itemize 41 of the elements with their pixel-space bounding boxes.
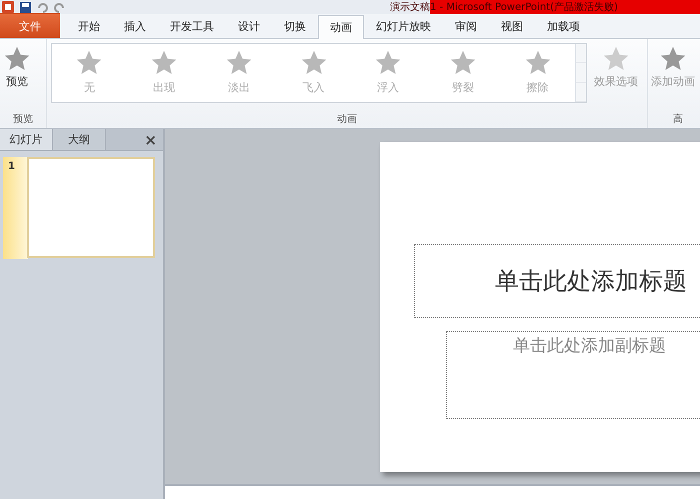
- star-icon: [150, 49, 178, 77]
- save-icon[interactable]: [20, 2, 31, 12]
- ribbon-tab[interactable]: 幻灯片放映: [364, 14, 443, 38]
- star-icon: [602, 45, 630, 73]
- ribbon-tab[interactable]: 审阅: [443, 14, 489, 38]
- ribbon-tab[interactable]: 视图: [489, 14, 535, 38]
- star-icon: [374, 49, 402, 77]
- group-label: 预览: [12, 113, 34, 127]
- scroll-up-button[interactable]: [576, 44, 586, 64]
- star-icon: [75, 49, 104, 77]
- ribbon-tab[interactable]: 开发工具: [158, 14, 226, 38]
- ribbon-tab[interactable]: 插入: [112, 14, 158, 38]
- window-title: 演示文稿1 - Microsoft PowerPoint(产品激活失败): [390, 0, 618, 14]
- group-label: 动画: [336, 113, 358, 127]
- more-button[interactable]: [576, 82, 586, 102]
- ribbon-tab[interactable]: 设计: [226, 14, 272, 38]
- ribbon-tab[interactable]: 切换: [272, 14, 318, 38]
- ribbon-tab[interactable]: 文件: [0, 13, 60, 38]
- slide-thumbnail[interactable]: [27, 157, 155, 258]
- ribbon-tab[interactable]: 开始: [66, 14, 112, 38]
- preview-button[interactable]: 预览: [0, 43, 34, 91]
- star-icon: [224, 49, 253, 77]
- scroll-down-button[interactable]: [576, 63, 586, 83]
- undo-icon[interactable]: [37, 2, 48, 12]
- notes-pane[interactable]: [165, 484, 700, 499]
- ribbon-tab[interactable]: 动画: [318, 15, 364, 39]
- panel-tab[interactable]: 幻灯片: [0, 129, 53, 150]
- star-icon: [524, 49, 552, 77]
- app-icon[interactable]: [2, 1, 14, 13]
- star-icon: [659, 45, 687, 73]
- slide-number: 1: [7, 160, 16, 174]
- ribbon-tab[interactable]: 加载项: [535, 14, 592, 38]
- close-button[interactable]: ×: [138, 129, 163, 150]
- subtitle-placeholder[interactable]: 单击此处添加副标题: [446, 331, 700, 419]
- redo-icon[interactable]: [54, 2, 65, 12]
- group-label: 高: [672, 112, 684, 127]
- panel-tab[interactable]: 大纲: [53, 129, 106, 150]
- star-icon: [3, 45, 31, 73]
- title-placeholder[interactable]: 单击此处添加标题: [414, 244, 700, 318]
- star-icon: [448, 49, 477, 77]
- star-icon: [300, 49, 328, 77]
